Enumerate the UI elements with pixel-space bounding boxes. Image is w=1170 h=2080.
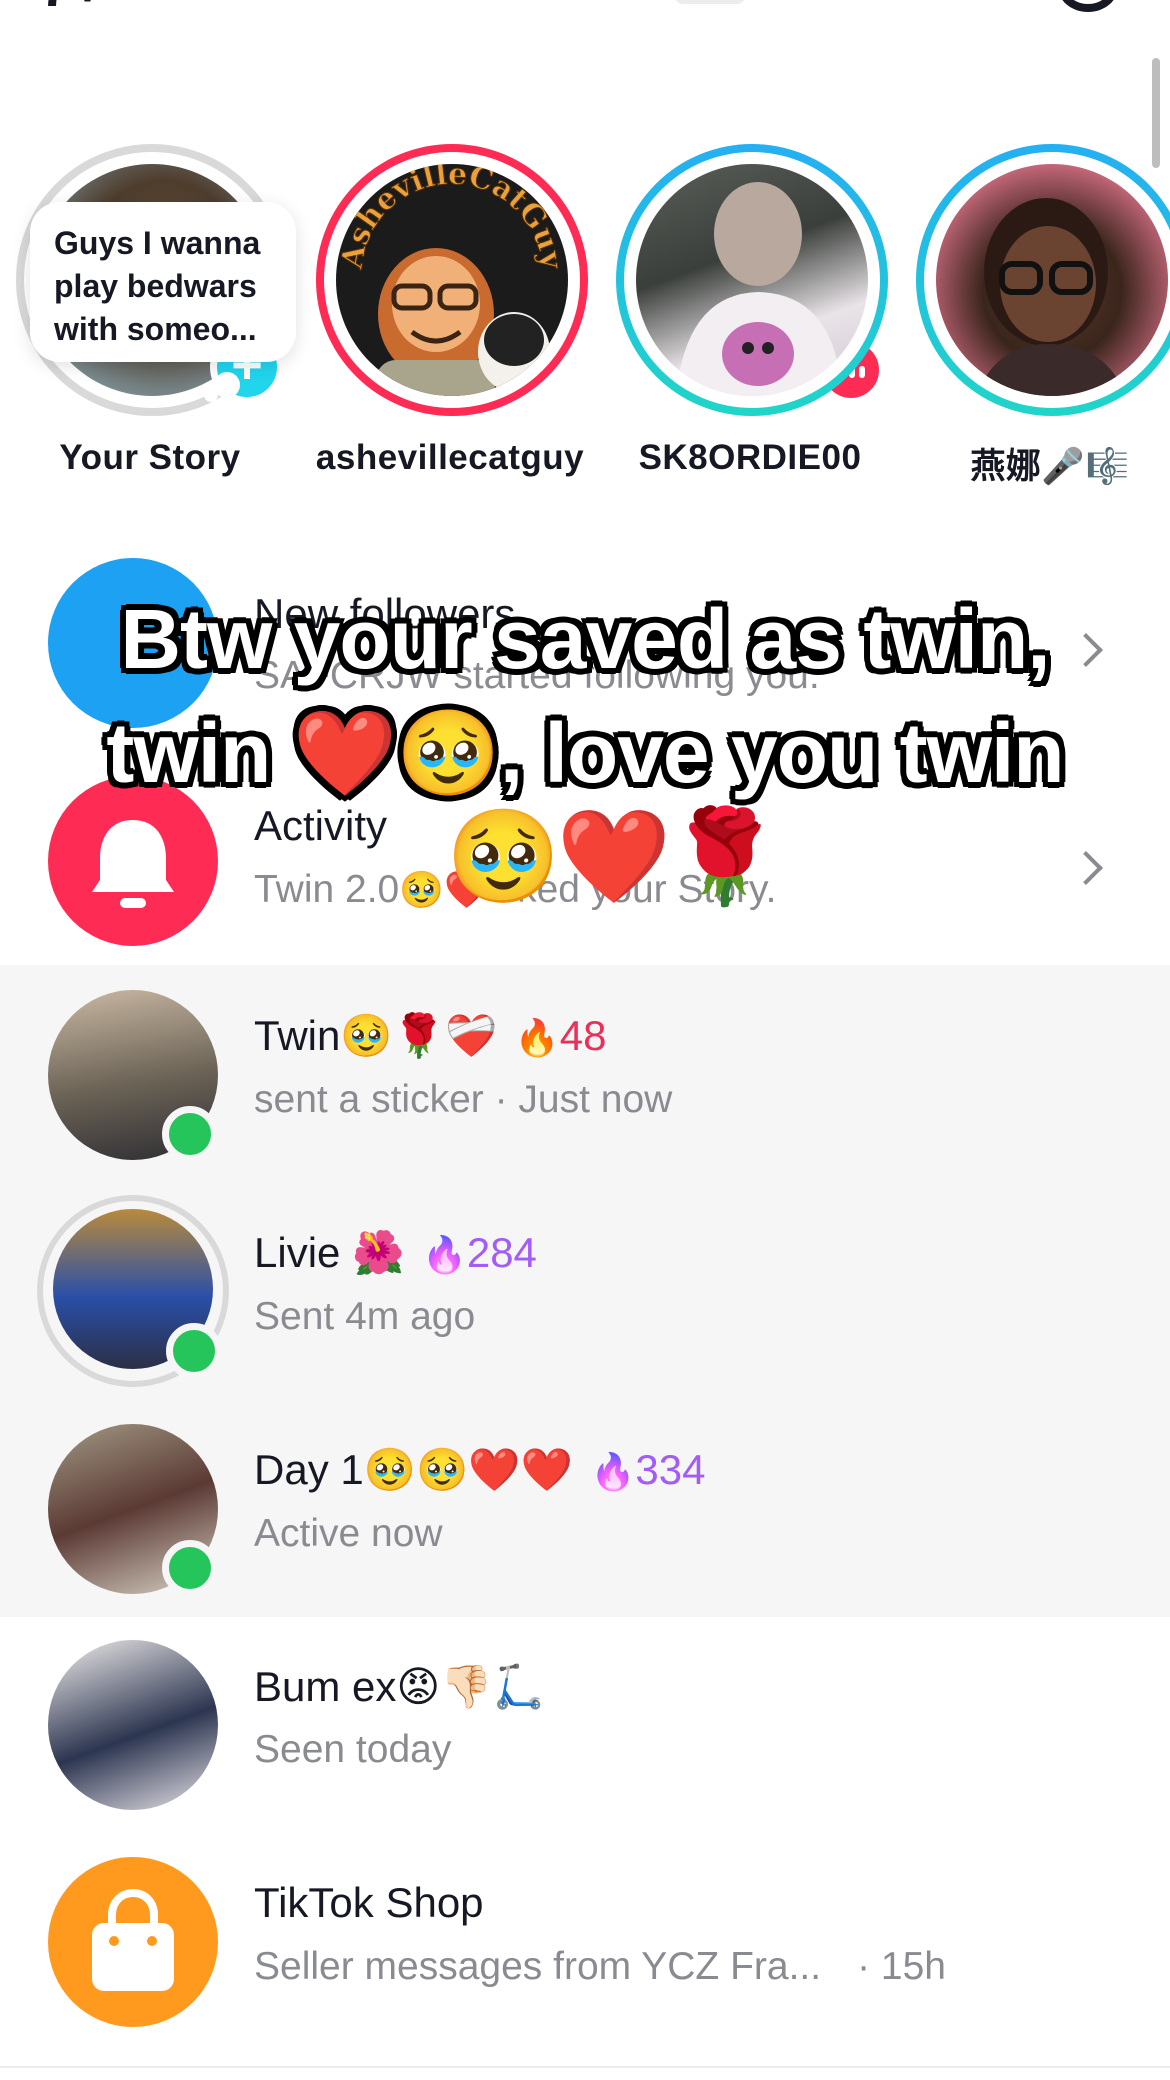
search-icon[interactable] bbox=[1058, 0, 1118, 12]
chat-row-livie[interactable]: Livie 🌺 🔥284 Sent 4m ago bbox=[0, 1195, 1170, 1412]
chat-name: Twin🥹🌹❤️‍🩹 🔥48 bbox=[254, 1012, 607, 1059]
streak-count: 334 bbox=[635, 1446, 706, 1493]
note-tail bbox=[204, 388, 218, 402]
story-sk8ordie00[interactable]: SK8ORDIE00 bbox=[600, 140, 890, 480]
chat-status: Sent 4m ago bbox=[254, 1295, 476, 1338]
chevron-right-icon bbox=[1069, 851, 1103, 885]
chat-row-bum-ex[interactable]: Bum ex😡👎🏻🛴 Seen today bbox=[0, 1628, 1170, 1845]
avatar bbox=[48, 1640, 218, 1810]
time-fragment: 7+ bbox=[40, 0, 130, 15]
top-pill bbox=[675, 0, 745, 4]
avatar: AshevilleCatGuy bbox=[336, 164, 568, 396]
chat-name: Bum ex😡👎🏻🛴 bbox=[254, 1663, 545, 1710]
story-note-bubble[interactable]: Guys I wanna play bedwars with someo... bbox=[30, 202, 296, 362]
person-photo-icon bbox=[676, 182, 842, 396]
streak-icon: 🔥 bbox=[514, 1017, 560, 1058]
streak-count: 48 bbox=[559, 1012, 607, 1059]
story-label: SK8ORDIE00 bbox=[638, 438, 862, 477]
stories-row: + Your Story AshevilleCatGuy ashevilleca… bbox=[0, 140, 1170, 510]
divider bbox=[0, 2066, 1170, 2068]
avatar bbox=[636, 164, 868, 396]
streak-count: 284 bbox=[466, 1229, 537, 1276]
chat-status: Seller messages from YCZ Fra... · 15h bbox=[254, 1945, 947, 1988]
story-label: Your Story bbox=[59, 438, 241, 477]
online-status-icon bbox=[162, 1540, 218, 1596]
overlay-caption: Btw your saved as twin, twin ❤️🥹, love y… bbox=[106, 592, 1064, 800]
streak-icon: 🔥 bbox=[590, 1451, 636, 1492]
story-label: 燕娜🎤🎼 bbox=[970, 447, 1130, 486]
chat-status: sent a sticker · Just now bbox=[254, 1078, 673, 1121]
chat-name: Day 1🥹🥹❤️❤️ 🔥334 bbox=[254, 1446, 706, 1493]
story-ashevillecatguy[interactable]: AshevilleCatGuy ashevillecatguy bbox=[300, 140, 885, 480]
avatar bbox=[936, 164, 1168, 396]
chat-row-tiktok-shop[interactable]: TikTok Shop Seller messages from YCZ Fra… bbox=[0, 1845, 1170, 2062]
story-label: ashevillecatguy bbox=[315, 438, 585, 477]
story-yanna[interactable]: 燕娜🎤🎼 bbox=[900, 140, 1170, 486]
person-photo-icon bbox=[976, 198, 1126, 396]
online-status-icon bbox=[162, 1106, 218, 1162]
chat-row-twin[interactable]: Twin🥹🌹❤️‍🩹 🔥48 sent a sticker · Just now bbox=[0, 978, 1170, 1195]
chat-name: Livie 🌺 🔥284 bbox=[254, 1229, 537, 1276]
online-status-icon bbox=[166, 1323, 222, 1379]
cartoon-portrait-icon: AshevilleCatGuy bbox=[336, 164, 568, 396]
streak-icon: 🔥 bbox=[422, 1234, 467, 1275]
chat-status: Active now bbox=[254, 1512, 443, 1555]
chat-status: Seen today bbox=[254, 1728, 452, 1771]
chat-name: TikTok Shop bbox=[254, 1879, 484, 1926]
chat-row-day1[interactable]: Day 1🥹🥹❤️❤️ 🔥334 Active now bbox=[0, 1412, 1170, 1629]
shopping-bag-icon bbox=[48, 1857, 218, 2027]
overlay-sticker: 🥹❤️🌹 bbox=[446, 806, 782, 908]
